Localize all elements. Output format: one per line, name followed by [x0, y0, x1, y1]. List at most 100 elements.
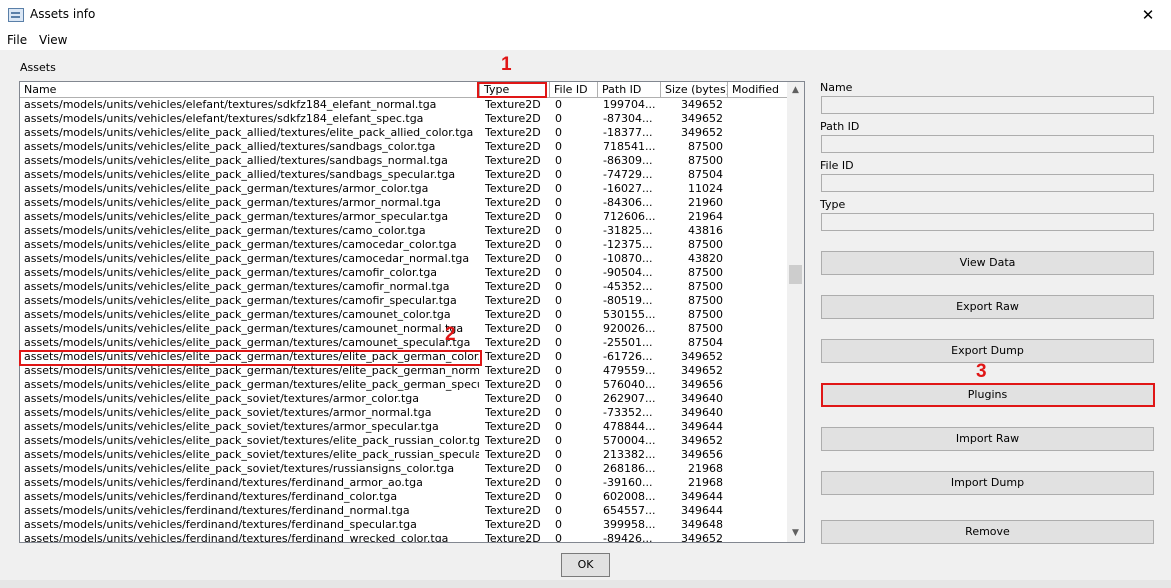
type-field[interactable] [821, 213, 1154, 231]
table-row[interactable]: assets/models/units/vehicles/elite_pack_… [20, 168, 788, 182]
table-body: assets/models/units/vehicles/elefant/tex… [20, 98, 788, 543]
cell-path-id: -18377... [603, 126, 653, 139]
path-id-field[interactable] [821, 135, 1154, 153]
file-id-field[interactable] [821, 174, 1154, 192]
column-header-modified[interactable]: Modified [728, 82, 788, 98]
cell-size: 87500 [688, 140, 723, 153]
cell-size: 349644 [681, 490, 723, 503]
table-row[interactable]: assets/models/units/vehicles/elefant/tex… [20, 98, 788, 112]
column-header-file-id[interactable]: File ID [550, 82, 598, 98]
table-row[interactable]: assets/models/units/vehicles/elite_pack_… [20, 308, 788, 322]
cell-file-id: 0 [555, 308, 562, 321]
column-header-path-id[interactable]: Path ID [598, 82, 661, 98]
table-row[interactable]: assets/models/units/vehicles/elite_pack_… [20, 406, 788, 420]
cell-type: Texture2D [485, 392, 541, 405]
cell-name: assets/models/units/vehicles/elite_pack_… [24, 126, 474, 139]
cell-type: Texture2D [485, 350, 541, 363]
cell-size: 87500 [688, 322, 723, 335]
cell-size: 87500 [688, 154, 723, 167]
cell-file-id: 0 [555, 98, 562, 111]
file-id-label: File ID [820, 159, 854, 172]
table-row[interactable]: assets/models/units/vehicles/elite_pack_… [20, 182, 788, 196]
table-row[interactable]: assets/models/units/vehicles/elite_pack_… [20, 252, 788, 266]
cell-type: Texture2D [485, 126, 541, 139]
table-row[interactable]: assets/models/units/vehicles/ferdinand/t… [20, 518, 788, 532]
table-row[interactable]: assets/models/units/vehicles/elite_pack_… [20, 154, 788, 168]
menu-view[interactable]: View [39, 33, 67, 47]
remove-button[interactable]: Remove [821, 520, 1154, 544]
cell-path-id: -16027... [603, 182, 653, 195]
menu-bar: File View [0, 30, 1171, 50]
cell-file-id: 0 [555, 294, 562, 307]
column-header-size[interactable]: Size (bytes) [661, 82, 728, 98]
cell-path-id: -89426... [603, 532, 653, 543]
name-field[interactable] [821, 96, 1154, 114]
cell-path-id: 399958... [603, 518, 656, 531]
highlight-plugins-button [821, 383, 1155, 407]
cell-path-id: -31825... [603, 224, 653, 237]
scroll-up-icon[interactable]: ▲ [787, 82, 804, 99]
cell-path-id: -61726... [603, 350, 653, 363]
import-dump-button[interactable]: Import Dump [821, 471, 1154, 495]
table-row[interactable]: assets/models/units/vehicles/elite_pack_… [20, 126, 788, 140]
table-row[interactable]: assets/models/units/vehicles/ferdinand/t… [20, 532, 788, 543]
highlight-type-column [477, 82, 547, 98]
cell-name: assets/models/units/vehicles/elite_pack_… [24, 168, 456, 181]
scroll-thumb[interactable] [789, 265, 802, 284]
import-raw-button[interactable]: Import Raw [821, 427, 1154, 451]
table-row[interactable]: assets/models/units/vehicles/ferdinand/t… [20, 476, 788, 490]
view-data-button[interactable]: View Data [821, 251, 1154, 275]
cell-size: 87500 [688, 308, 723, 321]
close-button[interactable]: ✕ [1125, 0, 1171, 30]
cell-name: assets/models/units/vehicles/ferdinand/t… [24, 532, 449, 543]
cell-file-id: 0 [555, 112, 562, 125]
table-row[interactable]: assets/models/units/vehicles/elite_pack_… [20, 294, 788, 308]
table-row[interactable]: assets/models/units/vehicles/elite_pack_… [20, 392, 788, 406]
cell-path-id: 920026... [603, 322, 656, 335]
table-row[interactable]: assets/models/units/vehicles/elite_pack_… [20, 448, 788, 462]
table-row[interactable]: assets/models/units/vehicles/ferdinand/t… [20, 504, 788, 518]
table-row[interactable]: assets/models/units/vehicles/elite_pack_… [20, 280, 788, 294]
name-label: Name [820, 81, 853, 94]
table-row[interactable]: assets/models/units/vehicles/elite_pack_… [20, 238, 788, 252]
cell-file-id: 0 [555, 126, 562, 139]
table-row[interactable]: assets/models/units/vehicles/elite_pack_… [20, 462, 788, 476]
table-row[interactable]: assets/models/units/vehicles/elite_pack_… [20, 140, 788, 154]
table-row[interactable]: assets/models/units/vehicles/elite_pack_… [20, 196, 788, 210]
cell-name: assets/models/units/vehicles/ferdinand/t… [24, 518, 417, 531]
window-title: Assets info [30, 7, 96, 21]
cell-size: 21968 [688, 476, 723, 489]
cell-file-id: 0 [555, 196, 562, 209]
column-header-name[interactable]: Name [20, 82, 480, 98]
cell-name: assets/models/units/vehicles/ferdinand/t… [24, 476, 423, 489]
table-row[interactable]: assets/models/units/vehicles/elite_pack_… [20, 224, 788, 238]
table-row[interactable]: assets/models/units/vehicles/elite_pack_… [20, 378, 788, 392]
table-row[interactable]: assets/models/units/vehicles/elite_pack_… [20, 322, 788, 336]
cell-type: Texture2D [485, 294, 541, 307]
table-row[interactable]: assets/models/units/vehicles/elite_pack_… [20, 420, 788, 434]
cell-type: Texture2D [485, 378, 541, 391]
table-row[interactable]: assets/models/units/vehicles/elefant/tex… [20, 112, 788, 126]
cell-path-id: -90504... [603, 266, 653, 279]
cell-type: Texture2D [485, 308, 541, 321]
table-row[interactable]: assets/models/units/vehicles/elite_pack_… [20, 336, 788, 350]
table-row[interactable]: assets/models/units/vehicles/ferdinand/t… [20, 490, 788, 504]
scroll-down-icon[interactable]: ▼ [787, 525, 804, 542]
table-row[interactable]: assets/models/units/vehicles/elite_pack_… [20, 364, 788, 378]
export-raw-button[interactable]: Export Raw [821, 295, 1154, 319]
table-row[interactable]: assets/models/units/vehicles/elite_pack_… [20, 210, 788, 224]
table-row[interactable]: assets/models/units/vehicles/elite_pack_… [20, 434, 788, 448]
cell-size: 21960 [688, 196, 723, 209]
ok-button[interactable]: OK [561, 553, 610, 577]
assets-table[interactable]: Name Type File ID Path ID Size (bytes) M… [19, 81, 805, 543]
cell-type: Texture2D [485, 224, 541, 237]
vertical-scrollbar[interactable]: ▲ ▼ [787, 82, 804, 542]
menu-file[interactable]: File [7, 33, 27, 47]
table-row[interactable]: assets/models/units/vehicles/elite_pack_… [20, 266, 788, 280]
cell-file-id: 0 [555, 238, 562, 251]
export-dump-button[interactable]: Export Dump [821, 339, 1154, 363]
cell-path-id: 654557... [603, 504, 656, 517]
cell-file-id: 0 [555, 504, 562, 517]
cell-name: assets/models/units/vehicles/elite_pack_… [24, 462, 455, 475]
cell-file-id: 0 [555, 392, 562, 405]
